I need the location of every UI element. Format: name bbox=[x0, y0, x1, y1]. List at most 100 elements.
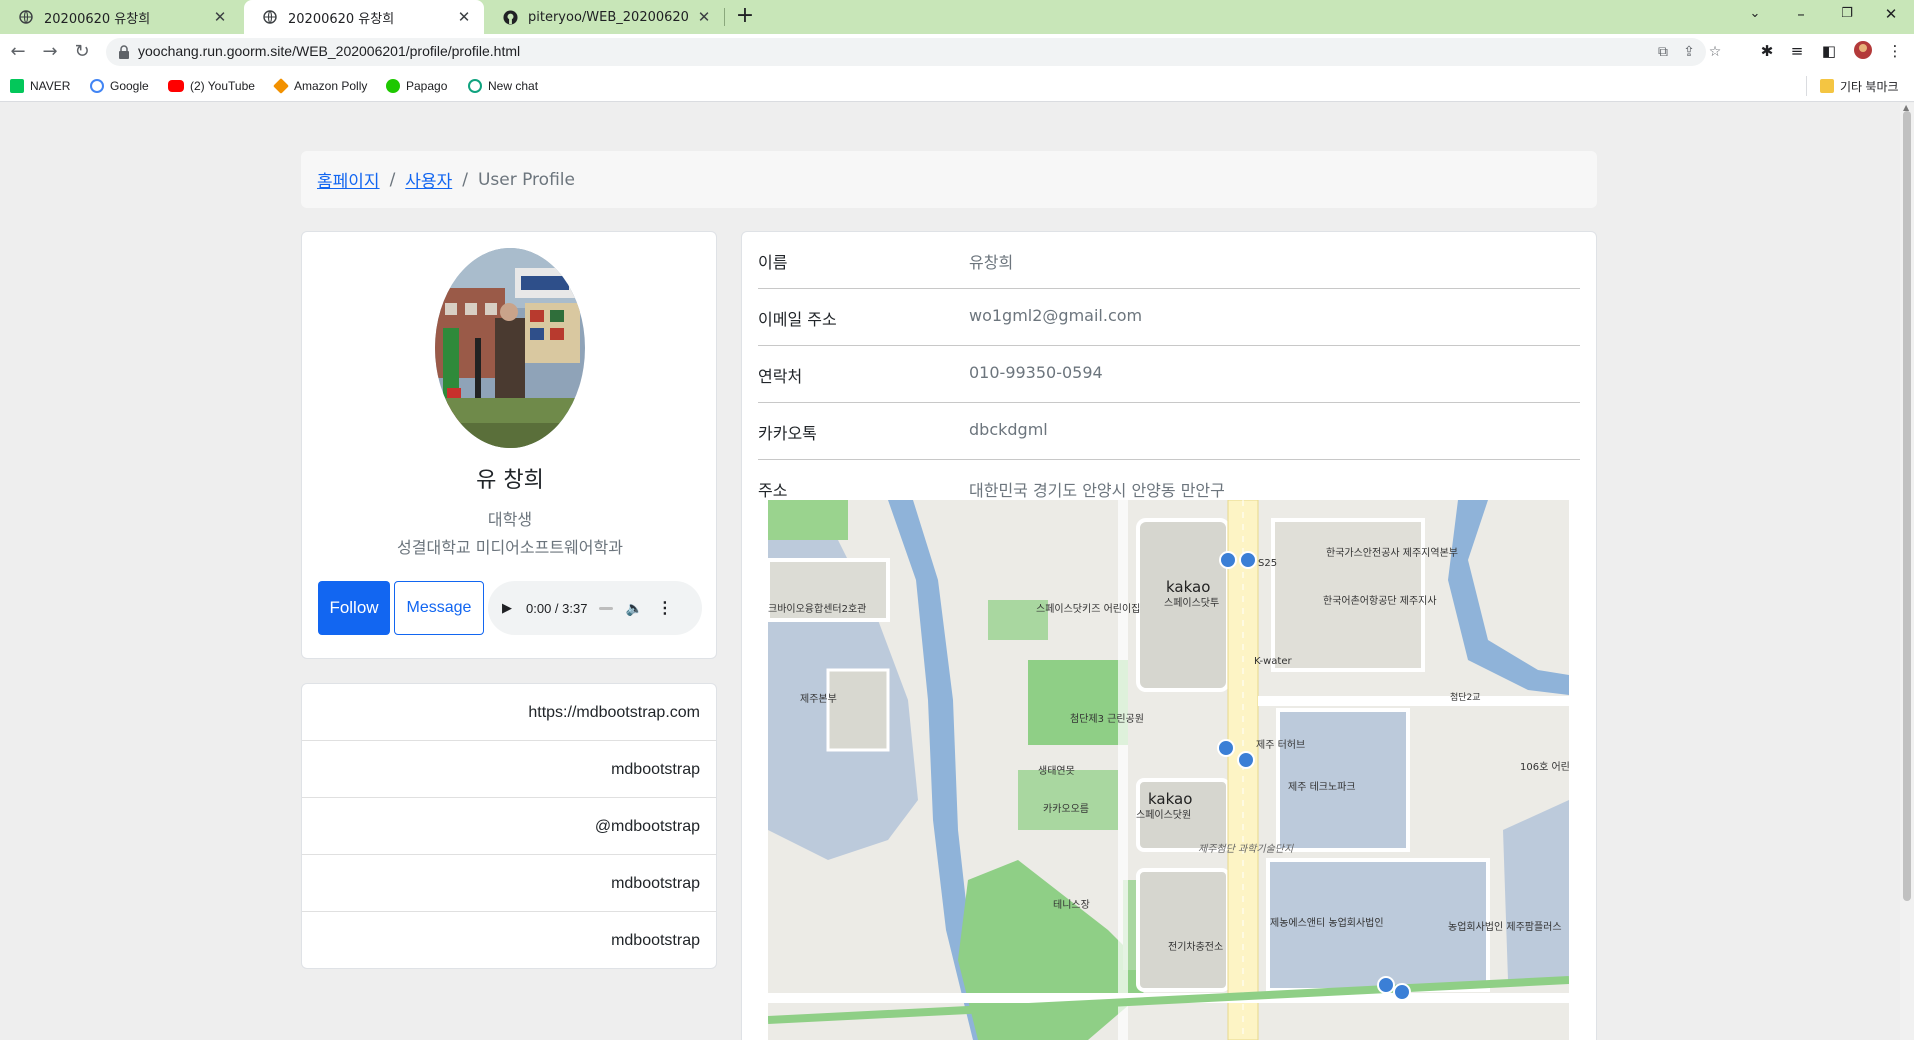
lock-icon bbox=[118, 44, 132, 60]
extensions-icon[interactable]: ✱ bbox=[1756, 40, 1778, 62]
papago-icon bbox=[386, 79, 400, 93]
restore-button[interactable]: ❐ bbox=[1824, 0, 1870, 30]
google-icon bbox=[90, 79, 104, 93]
side-panel-icon[interactable]: ◧ bbox=[1818, 40, 1840, 62]
map-label: 테니스장 bbox=[1053, 899, 1090, 911]
map-label: 제주 테크노파크 bbox=[1288, 781, 1356, 793]
bookmark-label: Amazon Polly bbox=[294, 79, 368, 93]
play-icon[interactable]: ▶ bbox=[502, 600, 516, 616]
breadcrumb-home-link[interactable]: 홈페이지 bbox=[317, 167, 380, 192]
map-label: 제주 터허브 bbox=[1256, 739, 1305, 751]
bookmark-naver[interactable]: NAVER bbox=[10, 77, 70, 95]
map-label: 크바이오융합센터2호관 bbox=[768, 603, 866, 615]
message-button[interactable]: Message bbox=[394, 581, 484, 635]
globe-icon bbox=[18, 9, 34, 25]
list-item[interactable]: mdbootstrap bbox=[302, 855, 716, 912]
bookmark-papago[interactable]: Papago bbox=[386, 77, 447, 95]
map-label: 카카오오름 bbox=[1043, 803, 1089, 815]
info-label: 연락처 bbox=[758, 367, 803, 386]
list-item[interactable]: @mdbootstrap bbox=[302, 798, 716, 855]
amazon-polly-icon bbox=[273, 78, 289, 94]
bookmark-star-icon[interactable]: ☆ bbox=[1706, 43, 1724, 61]
tab-1[interactable]: 20200620 유창희 ✕ bbox=[0, 0, 240, 34]
map-label: 스페이스닷투 bbox=[1164, 597, 1219, 609]
bookmark-amazon-polly[interactable]: Amazon Polly bbox=[273, 77, 368, 95]
map-label: 한국가스안전공사 제주지역본부 bbox=[1326, 547, 1458, 559]
follow-button[interactable]: Follow bbox=[318, 581, 390, 635]
close-window-button[interactable]: ✕ bbox=[1868, 0, 1914, 30]
close-tab-icon[interactable]: ✕ bbox=[210, 8, 230, 26]
forward-arrow-icon[interactable]: → bbox=[38, 40, 62, 64]
breadcrumb-separator: / bbox=[389, 169, 396, 190]
close-tab-icon[interactable]: ✕ bbox=[454, 8, 474, 26]
info-row-name: 이름 유창희 bbox=[758, 232, 1580, 289]
more-options-icon[interactable]: ⋮ bbox=[657, 598, 673, 618]
info-row-phone: 연락처 010-99350-0594 bbox=[758, 346, 1580, 403]
list-item[interactable]: https://mdbootstrap.com bbox=[302, 684, 716, 741]
tab-1-title: 20200620 유창희 bbox=[44, 11, 151, 27]
breadcrumb-separator: / bbox=[462, 169, 468, 190]
reload-icon[interactable]: ↻ bbox=[70, 40, 94, 64]
info-value: 010-99350-0594 bbox=[969, 363, 1103, 382]
reading-list-icon[interactable]: ≡ bbox=[1786, 40, 1808, 62]
menu-dots-icon[interactable]: ⋮ bbox=[1884, 40, 1906, 62]
info-label: 이름 bbox=[758, 253, 788, 272]
profile-department: 성결대학교 미디어소프트웨어학과 bbox=[397, 538, 623, 557]
map-label: 농업회사법인 제주팜플러스 bbox=[1448, 920, 1562, 933]
map-label: 제농에스앤티 농업회사법인 bbox=[1270, 916, 1384, 929]
info-row-kakaotalk: 카카오톡 dbckdgml bbox=[758, 403, 1580, 460]
breadcrumb-users-link[interactable]: 사용자 bbox=[405, 167, 452, 192]
bookmark-youtube[interactable]: (2) YouTube bbox=[168, 77, 255, 95]
info-value: 유창희 bbox=[969, 253, 1014, 272]
tab-strip: 20200620 유창희 ✕ 20200620 유창희 ✕ piteryoo/W… bbox=[0, 0, 1914, 34]
scrollbar-thumb[interactable] bbox=[1903, 111, 1911, 901]
address-bar[interactable]: yoochang.run.goorm.site/WEB_202006201/pr… bbox=[106, 38, 1721, 66]
info-row-email: 이메일 주소 wo1gml2@gmail.com bbox=[758, 289, 1580, 346]
bookmark-google[interactable]: Google bbox=[90, 77, 149, 95]
audio-player[interactable]: ▶ 0:00 / 3:37 🔈 ⋮ bbox=[488, 581, 702, 635]
bookmark-label: New chat bbox=[488, 79, 539, 93]
browser-toolbar: ← → ↻ yoochang.run.goorm.site/WEB_202006… bbox=[0, 34, 1914, 70]
back-arrow-icon[interactable]: ← bbox=[6, 40, 30, 64]
youtube-icon bbox=[168, 80, 184, 92]
chatgpt-icon bbox=[468, 79, 482, 93]
info-label: 주소 bbox=[758, 481, 788, 500]
social-links-card: https://mdbootstrap.com mdbootstrap @mdb… bbox=[301, 683, 717, 969]
tab-3[interactable]: piteryoo/WEB_20200620 ✕ bbox=[484, 0, 724, 34]
map-label: kakao bbox=[1166, 578, 1210, 596]
tab-search-icon[interactable]: ⌄ bbox=[1732, 0, 1778, 30]
share-icon[interactable]: ⇪ bbox=[1680, 43, 1698, 61]
bookmark-label: Google bbox=[110, 79, 149, 93]
minimize-button[interactable]: – bbox=[1778, 0, 1824, 30]
other-bookmarks-label: 기타 북마크 bbox=[1840, 79, 1899, 94]
kakao-map[interactable]: 제주본부 크바이오융합센터2호관 스페이스닷키즈 어린이집 kakao 스페이스… bbox=[768, 500, 1569, 1040]
map-label: 제주첨단 과학기술단지 bbox=[1198, 843, 1294, 855]
volume-icon[interactable]: 🔈 bbox=[625, 600, 642, 617]
new-tab-button[interactable]: + bbox=[732, 4, 758, 30]
info-value: dbckdgml bbox=[969, 420, 1048, 439]
tab-2[interactable]: 20200620 유창희 ✕ bbox=[244, 0, 484, 34]
map-label: 106호 어린이공원 bbox=[1520, 761, 1569, 773]
info-value: 대한민국 경기도 안양시 안양동 만안구 bbox=[969, 481, 1225, 500]
breadcrumb: 홈페이지 / 사용자 / User Profile bbox=[301, 151, 1597, 208]
vertical-scrollbar[interactable]: ▲ bbox=[1900, 103, 1914, 1040]
close-tab-icon[interactable]: ✕ bbox=[694, 8, 714, 26]
map-label: 스페이스닷원 bbox=[1136, 809, 1191, 821]
bookmarks-bar: NAVER Google (2) YouTube Amazon Polly Pa… bbox=[0, 70, 1914, 102]
url-text: yoochang.run.goorm.site/WEB_202006201/pr… bbox=[138, 43, 521, 59]
translate-icon[interactable]: ⧉ bbox=[1654, 43, 1672, 61]
profile-card: 유 창희 대학생 성결대학교 미디어소프트웨어학과 Follow Message… bbox=[301, 231, 717, 659]
profile-avatar-icon[interactable] bbox=[1852, 40, 1874, 62]
audio-time: 0:00 / 3:37 bbox=[526, 600, 588, 616]
bookmark-label: (2) YouTube bbox=[190, 79, 255, 93]
list-item[interactable]: mdbootstrap bbox=[302, 741, 716, 798]
avatar bbox=[435, 248, 585, 448]
tab-separator bbox=[724, 8, 725, 26]
audio-progress[interactable] bbox=[599, 606, 614, 610]
tab-2-title: 20200620 유창희 bbox=[288, 11, 395, 27]
profile-name: 유 창희 bbox=[476, 468, 544, 493]
list-item[interactable]: mdbootstrap bbox=[302, 912, 716, 969]
bookmark-new-chat[interactable]: New chat bbox=[468, 77, 538, 95]
other-bookmarks[interactable]: 기타 북마크 bbox=[1820, 77, 1899, 95]
folder-icon bbox=[1820, 79, 1834, 93]
